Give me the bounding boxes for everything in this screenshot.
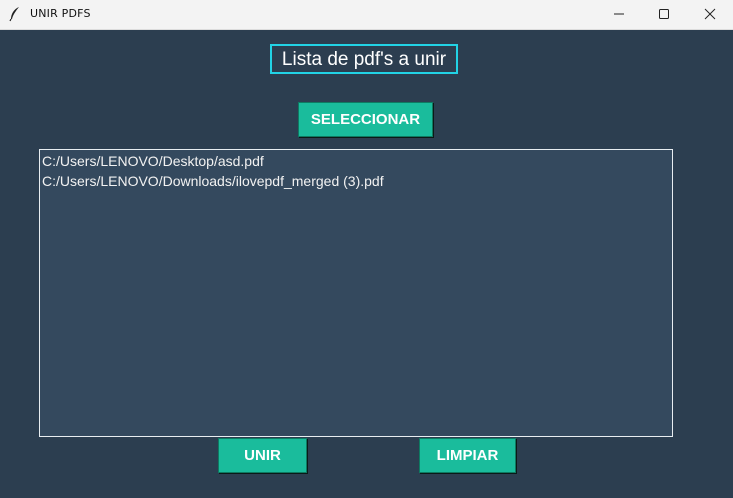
close-button[interactable] xyxy=(687,0,733,29)
maximize-button[interactable] xyxy=(641,0,687,29)
minimize-button[interactable] xyxy=(596,0,642,29)
minimize-icon xyxy=(614,13,624,15)
list-item[interactable]: C:/Users/LENOVO/Downloads/ilovepdf_merge… xyxy=(42,171,672,191)
feather-icon xyxy=(8,6,22,22)
list-item[interactable]: C:/Users/LENOVO/Desktop/asd.pdf xyxy=(42,151,672,171)
pdf-listbox[interactable]: C:/Users/LENOVO/Desktop/asd.pdf C:/Users… xyxy=(39,149,673,437)
select-button[interactable]: SELECCIONAR xyxy=(298,102,433,137)
clear-button[interactable]: LIMPIAR xyxy=(419,438,516,473)
title-bar: UNIR PDFS xyxy=(0,0,733,30)
maximize-icon xyxy=(659,9,669,19)
join-button[interactable]: UNIR xyxy=(218,438,307,473)
close-icon xyxy=(704,8,716,20)
window-title: UNIR PDFS xyxy=(30,7,91,20)
list-heading: Lista de pdf's a unir xyxy=(270,44,458,74)
